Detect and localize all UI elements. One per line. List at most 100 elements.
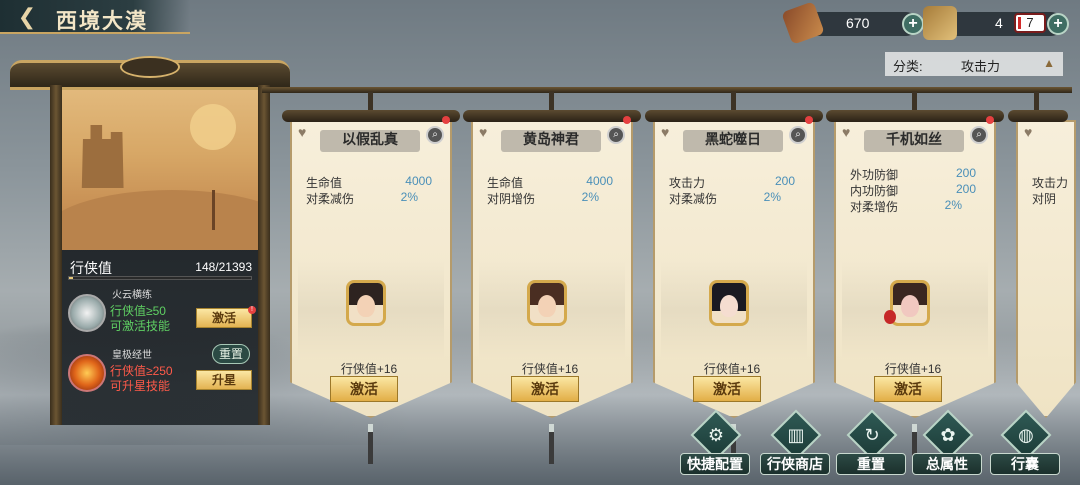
stat-value: 2% [400,190,418,204]
resource-books: 4 7 + [923,6,1069,40]
skill-requirement: 行侠值≥50 可激活技能 [110,304,170,334]
card-stats: 生命值 4000 对阴增伤 2% [487,174,613,206]
add-books-button[interactable]: + [1047,13,1069,35]
heart-icon[interactable]: ♥ [479,124,487,140]
shop-button[interactable]: ▥ 行侠商店 [760,409,830,481]
cloud-skill-icon[interactable] [68,294,106,332]
stat-row: 对阴 [1032,190,1072,206]
hero-portrait[interactable] [527,280,567,326]
stat-value: 200 [774,174,795,188]
frame-post-right [258,85,270,425]
stat-value: 2% [763,190,781,204]
title-bar: ❮ 西境大漠 [0,0,190,34]
card-stats: 攻击力 200 对柔减伤 2% [669,174,795,206]
stat-row: 对柔减伤 2% [306,190,432,206]
stat-label: 攻击力 [1032,176,1069,190]
alert-dot [442,116,450,124]
xiaxia-progress-bar [68,276,252,280]
magnify-icon[interactable]: ⌕ [607,126,625,144]
xiaxia-bonus: 行侠值+16 [703,362,761,376]
fortress-graphic [81,125,124,188]
nav-label: 快捷配置 [680,453,750,475]
stat-value: 200 [955,166,976,180]
xiaxia-panel: 行侠值 148/21393 火云横练 行侠值≥50 可激活技能 激活 ! 重置 … [62,250,258,425]
stat-label: 对柔减伤 [669,192,718,206]
banner-bar [645,110,823,122]
quick-config-button[interactable]: ⚙ 快捷配置 [680,409,750,481]
add-scroll-tokens-button[interactable]: + [902,13,924,35]
stat-label: 生命值 [306,176,343,190]
resource-value: 4 [995,15,1003,31]
total-attributes-button[interactable]: ✿ 总属性 [912,409,982,481]
activate-button[interactable]: 激活 [511,376,579,402]
activate-button[interactable]: 激活 [693,376,761,402]
card-banner: ♥ 以假乱真 ⌕ 生命值 4000 对柔减伤 2% 行侠值+16 激活 [282,92,460,464]
xiaxia-value: 148/21393 [195,260,252,274]
stat-row: 生命值 4000 [306,174,432,190]
skill-requirement-line2: 可升星技能 [110,379,171,393]
upgrade-star-button[interactable]: 升星 [196,370,252,390]
banner-hanger [368,92,373,110]
hero-portrait[interactable] [709,280,749,326]
dead-tree-graphic [212,190,215,230]
bag-button[interactable]: ◍ 行囊 [990,409,1060,481]
hero-portrait[interactable] [890,280,930,326]
activate-skill-button[interactable]: 激活 [196,308,252,328]
banner-hanger [731,92,736,110]
chevron-up-icon: ▲ [1043,56,1055,70]
card-name: 黑蛇噬日 [683,130,783,152]
stat-label: 攻击力 [669,176,706,190]
resource-scroll-tokens: 670 + [781,1,924,45]
nav-label: 重置 [836,453,906,475]
stat-label: 对柔增伤 [850,200,899,214]
sun-graphic [190,104,236,150]
alert-dot [986,116,994,124]
stat-value: 200 [955,182,976,196]
back-arrow-icon[interactable]: ❮ [14,4,40,30]
fire-skill-icon[interactable] [68,354,106,392]
card-banner-partial: ♥ 攻击力 对阴 [1008,92,1080,420]
alert-dot [623,116,631,124]
category-label: 分类: [893,59,923,74]
xiaxia-bonus: 行侠值+16 [884,362,942,376]
xiaxia-label: 行侠值 [70,260,112,276]
stat-value: 2% [581,190,599,204]
magnify-icon[interactable]: ⌕ [970,126,988,144]
heart-icon[interactable]: ♥ [842,124,850,140]
heart-icon[interactable]: ♥ [1024,124,1032,140]
banner-bar [826,110,1004,122]
card-stats: 外功防御 200 内功防御 200 对柔增伤 2% [850,166,976,214]
reset-button[interactable]: ↻ 重置 [836,409,906,481]
skill-name: 火云横练 [112,290,152,301]
magnify-icon[interactable]: ⌕ [789,126,807,144]
stat-label: 对阴增伤 [487,192,536,206]
stat-value: 4000 [405,174,432,188]
category-value: 攻击力 [961,59,1001,74]
banner-tassel [549,424,554,464]
hero-portrait[interactable] [346,280,386,326]
skill-entry: 火云横练 行侠值≥50 可激活技能 激活 ! [62,284,258,344]
activate-button[interactable]: 激活 [330,376,398,402]
hanging-rod [262,87,1072,93]
skill-requirement: 行侠值≥250 可升星技能 [110,364,173,394]
heart-icon[interactable]: ♥ [661,124,669,140]
book-icon [923,6,957,40]
banner-hanger [549,92,554,110]
stat-row: 对柔减伤 2% [669,190,795,206]
desert-scene-image [62,90,258,250]
page-title: 西境大漠 [56,9,148,33]
skill-requirement-line1: 行侠值≥250 [110,364,173,378]
nav-label: 总属性 [912,453,982,475]
energy-badge: 7 [1014,13,1046,33]
heart-icon[interactable]: ♥ [298,124,306,140]
stat-row: 攻击力 [1032,174,1072,190]
activate-button[interactable]: 激活 [874,376,942,402]
xiaxia-bonus: 行侠值+16 [340,362,398,376]
category-dropdown[interactable]: 分类: 攻击力 ▲ [885,52,1063,76]
stat-row: 对柔增伤 2% [850,198,976,214]
total-attributes-glyph: ✿ [940,425,956,445]
stat-label: 外功防御 [850,168,899,182]
magnify-icon[interactable]: ⌕ [426,126,444,144]
alert-dot [805,116,813,124]
stat-label: 生命值 [487,176,524,190]
